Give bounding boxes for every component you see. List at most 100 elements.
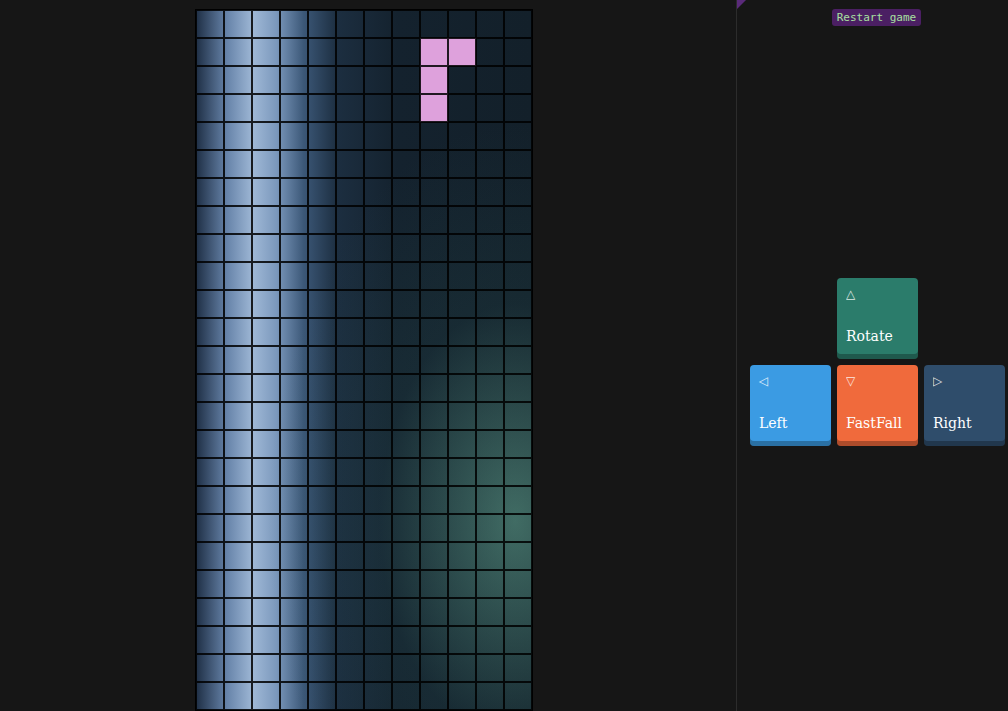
board-cell xyxy=(364,122,392,150)
board-cell xyxy=(308,150,336,178)
board-cell xyxy=(224,318,252,346)
board-cell xyxy=(308,514,336,542)
board-cell xyxy=(364,654,392,682)
board-cell xyxy=(392,486,420,514)
board-cell xyxy=(364,402,392,430)
control-button[interactable]: △ Rotate xyxy=(837,278,918,359)
board-cell xyxy=(196,318,224,346)
control-panel: Restart game △ Rotate ◁Left▽FastFall▷Right xyxy=(736,0,1008,711)
board-cell xyxy=(196,178,224,206)
board-cell xyxy=(336,598,364,626)
board-cell xyxy=(420,598,448,626)
board-cell xyxy=(224,290,252,318)
board-cell xyxy=(504,66,532,94)
board-cell xyxy=(504,10,532,38)
board-cell xyxy=(476,514,504,542)
board-cell xyxy=(504,234,532,262)
board-cell xyxy=(224,150,252,178)
board-cell xyxy=(448,122,476,150)
board-cell xyxy=(476,374,504,402)
board-cell xyxy=(504,654,532,682)
board-cell xyxy=(280,430,308,458)
board-cell xyxy=(448,206,476,234)
board-cell xyxy=(448,234,476,262)
board-cell xyxy=(420,374,448,402)
arrow-icon: ▽ xyxy=(846,374,855,388)
board-cell xyxy=(364,346,392,374)
board-cell xyxy=(196,290,224,318)
board-cell xyxy=(420,402,448,430)
board-cell xyxy=(196,346,224,374)
board-cell xyxy=(280,290,308,318)
board-cell xyxy=(280,374,308,402)
control-button[interactable]: ▽FastFall xyxy=(837,365,918,446)
control-button[interactable]: ◁Left xyxy=(750,365,831,446)
restart-button[interactable]: Restart game xyxy=(832,9,921,26)
board-cell xyxy=(448,458,476,486)
board-cell xyxy=(476,318,504,346)
game-board xyxy=(195,9,533,711)
board-cell xyxy=(504,346,532,374)
board-cell xyxy=(196,486,224,514)
piece-block xyxy=(448,38,476,66)
arrow-icon: △ xyxy=(846,287,855,301)
board-cell xyxy=(504,542,532,570)
board-cell xyxy=(392,234,420,262)
board-cell xyxy=(280,234,308,262)
board-cell xyxy=(336,10,364,38)
board-cell xyxy=(392,290,420,318)
board-cell xyxy=(336,38,364,66)
control-label: Rotate xyxy=(846,328,893,344)
piece-block xyxy=(420,38,448,66)
board-cell xyxy=(280,94,308,122)
board-cell xyxy=(280,206,308,234)
control-pad: △ Rotate ◁Left▽FastFall▷Right xyxy=(750,278,1005,446)
board-cell xyxy=(448,570,476,598)
board-cell xyxy=(336,514,364,542)
control-button[interactable]: ▷Right xyxy=(924,365,1005,446)
board-cell xyxy=(252,38,280,66)
board-cell xyxy=(336,150,364,178)
board-cell xyxy=(364,94,392,122)
board-cell xyxy=(420,178,448,206)
board-cell xyxy=(280,458,308,486)
board-cell xyxy=(448,654,476,682)
board-cell xyxy=(476,626,504,654)
board-cell xyxy=(420,346,448,374)
board-cell xyxy=(364,318,392,346)
board-cell xyxy=(308,542,336,570)
board-cell xyxy=(420,122,448,150)
board-cell xyxy=(280,514,308,542)
arrow-icon: ▷ xyxy=(933,374,942,388)
board-cell xyxy=(308,654,336,682)
board-cell xyxy=(364,234,392,262)
board-cell xyxy=(252,290,280,318)
board-cell xyxy=(252,346,280,374)
game-area xyxy=(0,0,736,711)
board-cell xyxy=(420,626,448,654)
board-cell xyxy=(224,598,252,626)
board-cell xyxy=(476,178,504,206)
board-cell xyxy=(476,486,504,514)
board-cell xyxy=(336,654,364,682)
board-cell xyxy=(364,10,392,38)
board-cell xyxy=(504,626,532,654)
board-cell xyxy=(252,66,280,94)
board-cell xyxy=(280,318,308,346)
board-cell xyxy=(308,598,336,626)
board-cell xyxy=(504,570,532,598)
restart-row: Restart game xyxy=(737,0,1008,26)
board-cell xyxy=(504,206,532,234)
board-cell xyxy=(476,682,504,710)
board-cell xyxy=(392,682,420,710)
board-cell xyxy=(504,122,532,150)
board-cell xyxy=(336,346,364,374)
board-cell xyxy=(392,374,420,402)
board-cell xyxy=(308,346,336,374)
board-cell xyxy=(364,430,392,458)
board-cell xyxy=(448,374,476,402)
board-cell xyxy=(252,150,280,178)
board-cell xyxy=(392,598,420,626)
board-cell xyxy=(476,94,504,122)
board-cell xyxy=(448,598,476,626)
